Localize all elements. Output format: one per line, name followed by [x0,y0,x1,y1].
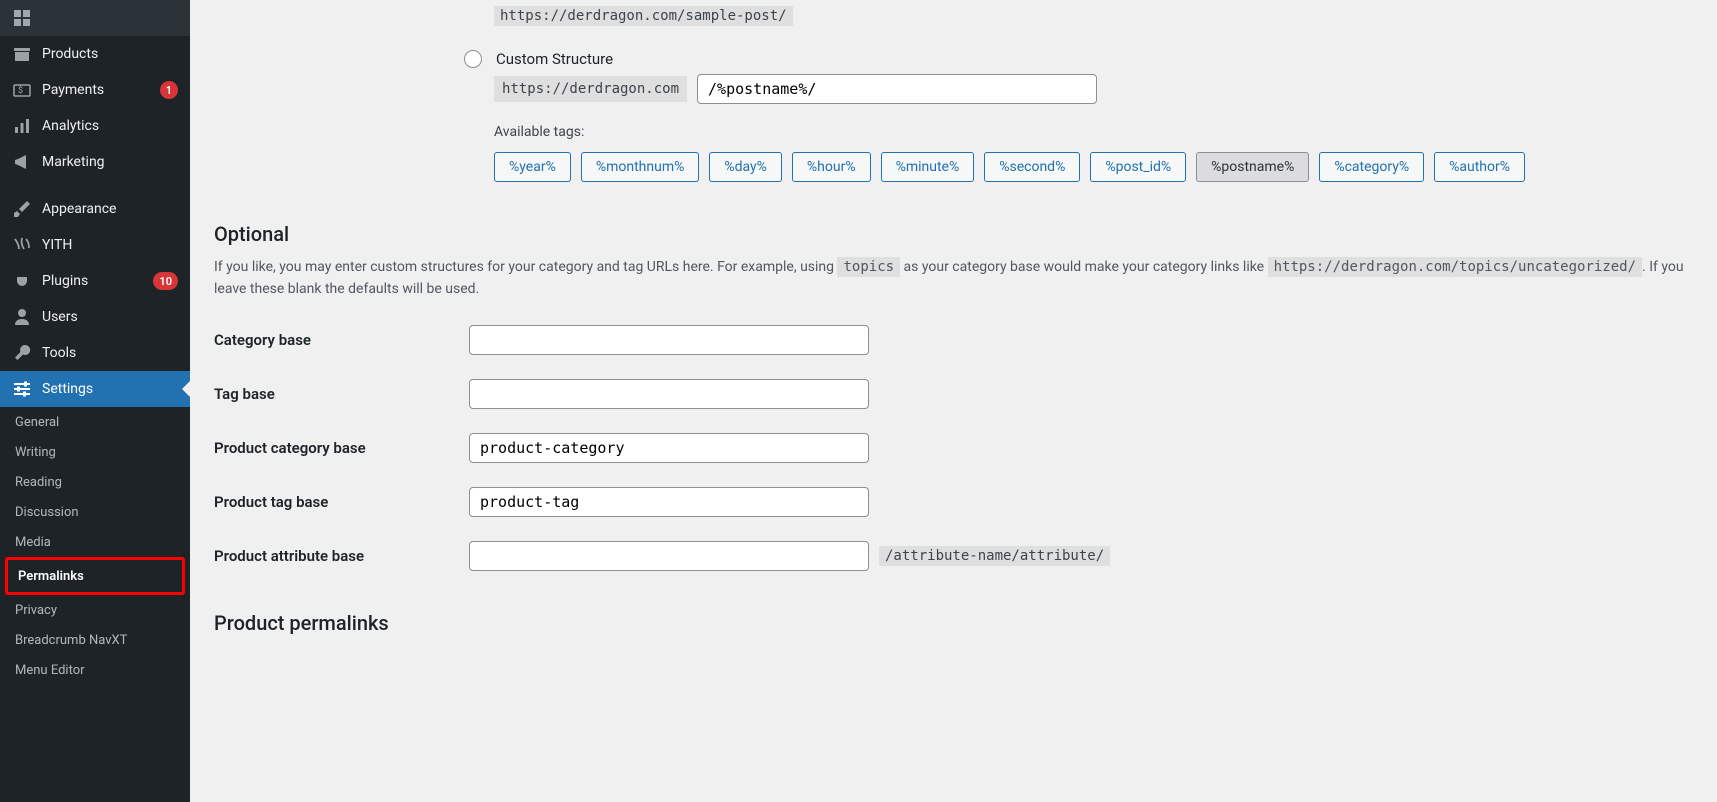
permalink-option-custom[interactable]: Custom Structure [464,50,1693,68]
sidebar-label: Analytics [42,118,178,134]
tag-category[interactable]: %category% [1319,152,1424,182]
highlight-annotation: Permalinks [5,557,185,595]
attribute-base-hint: /attribute-name/attribute/ [879,546,1110,566]
tag-author[interactable]: %author% [1434,152,1525,182]
tag-post_id[interactable]: %post_id% [1090,152,1186,182]
sidebar-label: Plugins [42,273,147,289]
submenu-privacy[interactable]: Privacy [0,595,190,625]
plug-icon [12,271,32,291]
svg-text:$: $ [18,85,23,96]
sidebar-item-marketing[interactable]: Marketing [0,144,190,180]
sidebar-item-appearance[interactable]: Appearance [0,191,190,227]
product-tag-base-input[interactable] [469,487,869,517]
tag-second[interactable]: %second% [984,152,1080,182]
sidebar-label: Payments [42,82,154,98]
custom-prefix: https://derdragon.com [494,76,687,102]
sidebar-label: Users [42,309,178,325]
custom-structure-input[interactable] [697,74,1097,104]
optional-heading: Optional [214,222,1693,246]
submenu-breadcrumb[interactable]: Breadcrumb NavXT [0,625,190,655]
sidebar-label: Settings [42,381,178,397]
submenu-permalinks[interactable]: Permalinks [8,561,182,591]
example-code-url: https://derdragon.com/topics/uncategoriz… [1268,257,1642,277]
tag-base-input[interactable] [469,379,869,409]
sidebar-item-yith[interactable]: YITH [0,227,190,263]
tag-minute[interactable]: %minute% [881,152,975,182]
notification-badge: 1 [160,81,178,99]
menu-separator [0,180,190,191]
notification-badge: 10 [153,272,178,290]
sidebar-label: YITH [42,237,178,253]
brush-icon [12,199,32,219]
available-tags-label: Available tags: [494,124,1693,140]
example-code-topics: topics [837,257,900,277]
sidebar-item-settings[interactable]: Settings [0,371,190,407]
submenu-media[interactable]: Media [0,527,190,557]
sidebar-item-users[interactable]: Users [0,299,190,335]
submenu-general[interactable]: General [0,407,190,437]
available-tags: %year% %monthnum% %day% %hour% %minute% %seco… [494,152,1693,182]
tag-monthnum[interactable]: %monthnum% [581,152,700,182]
category-base-label: Category base [214,331,469,349]
admin-sidebar: Products $ Payments 1 Analytics Marketin… [0,0,190,802]
tag-year[interactable]: %year% [494,152,571,182]
sidebar-label: Products [42,46,178,62]
sidebar-item-payments[interactable]: $ Payments 1 [0,72,190,108]
radio-label: Custom Structure [496,50,613,68]
category-base-input[interactable] [469,325,869,355]
sidebar-item-plugins[interactable]: Plugins 10 [0,263,190,299]
sidebar-label: Tools [42,345,178,361]
product-tag-base-label: Product tag base [214,493,469,511]
submenu-reading[interactable]: Reading [0,467,190,497]
sidebar-item-tools[interactable]: Tools [0,335,190,371]
product-permalinks-heading: Product permalinks [214,611,1693,635]
tag-base-label: Tag base [214,385,469,403]
chart-icon [12,116,32,136]
sidebar-label: Marketing [42,154,178,170]
tag-day[interactable]: %day% [709,152,782,182]
sample-url-prev: https://derdragon.com/sample-post/ [494,6,793,26]
submenu-writing[interactable]: Writing [0,437,190,467]
product-attribute-base-label: Product attribute base [214,547,469,565]
sidebar-item-partial-top[interactable] [0,0,190,36]
yith-icon [12,235,32,255]
user-icon [12,307,32,327]
money-icon: $ [12,80,32,100]
submenu-discussion[interactable]: Discussion [0,497,190,527]
product-category-base-label: Product category base [214,439,469,457]
product-attribute-base-input[interactable] [469,541,869,571]
wrench-icon [12,343,32,363]
sliders-icon [12,379,32,399]
tag-hour[interactable]: %hour% [792,152,871,182]
dashboard-icon [12,8,32,28]
radio-unchecked-icon[interactable] [464,50,482,68]
optional-description: If you like, you may enter custom struct… [214,256,1693,301]
sidebar-item-products[interactable]: Products [0,36,190,72]
megaphone-icon [12,152,32,172]
submenu-menu-editor[interactable]: Menu Editor [0,655,190,685]
main-content: https://derdragon.com/sample-post/ Custo… [190,0,1717,802]
product-category-base-input[interactable] [469,433,869,463]
tag-postname[interactable]: %postname% [1196,152,1309,182]
sidebar-label: Appearance [42,201,178,217]
archive-icon [12,44,32,64]
sidebar-item-analytics[interactable]: Analytics [0,108,190,144]
